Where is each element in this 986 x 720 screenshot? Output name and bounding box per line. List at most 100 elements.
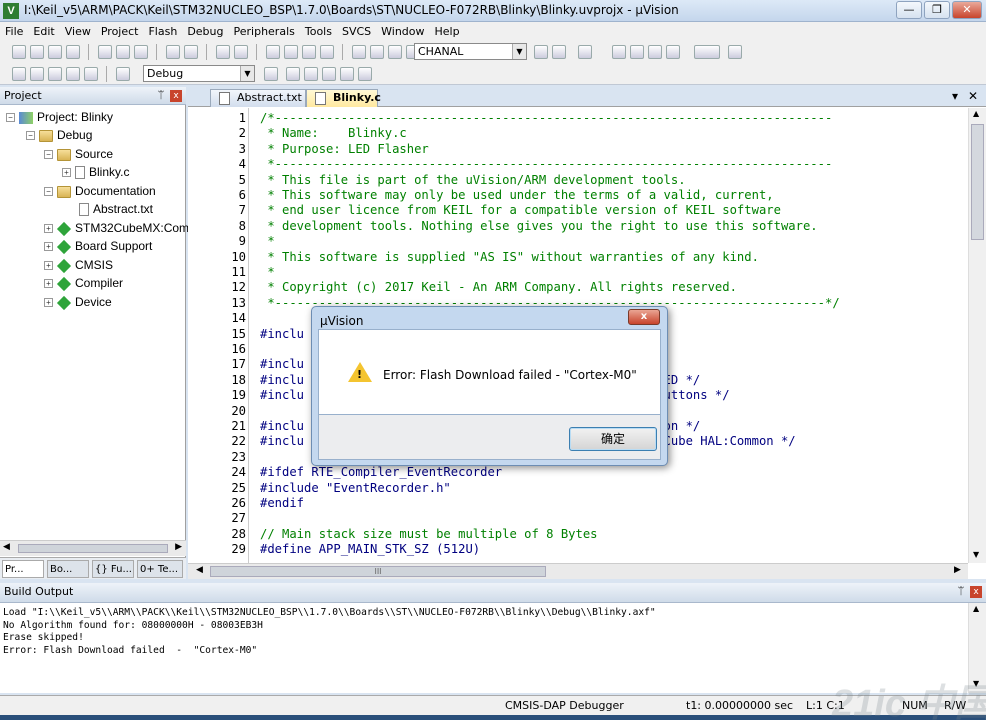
collapse-icon[interactable]: − (44, 150, 53, 160)
scroll-up-icon[interactable]: ▲ (973, 604, 979, 613)
pin-icon[interactable]: ᛠ (958, 586, 964, 597)
stop-build-icon[interactable] (83, 67, 98, 81)
menu-svcs[interactable]: SVCS (337, 22, 376, 41)
chevron-down-icon[interactable]: ▼ (240, 66, 254, 81)
prev-bookmark-icon[interactable] (283, 45, 298, 59)
undo-icon[interactable] (165, 45, 180, 59)
expand-icon[interactable]: + (62, 168, 71, 178)
zoom-icon[interactable] (578, 45, 592, 59)
scroll-up-icon[interactable]: ▲ (973, 109, 979, 118)
maximize-button[interactable]: ❐ (924, 1, 950, 19)
tab-templates[interactable]: 0+ Te... (137, 560, 183, 578)
incremental-find-icon[interactable] (552, 45, 566, 59)
project-horizontal-scrollbar[interactable]: ◀ ▶ (0, 540, 186, 556)
manage-project-icon[interactable] (286, 67, 300, 81)
open-file-icon[interactable] (29, 45, 44, 59)
debug-session-icon[interactable] (612, 45, 626, 59)
select-software-packs-icon[interactable] (322, 67, 336, 81)
save-all-icon[interactable] (65, 45, 80, 59)
tab-books[interactable]: Bo... (47, 560, 89, 578)
tree-item-documentation-group[interactable]: − Documentation (44, 182, 156, 200)
scroll-down-icon[interactable]: ▼ (973, 550, 979, 559)
close-icon[interactable]: x (970, 586, 982, 598)
menu-tools[interactable]: Tools (300, 22, 337, 41)
expand-icon[interactable]: + (44, 261, 53, 271)
tab-functions[interactable]: {} Fu... (92, 560, 134, 578)
target-combo[interactable]: Debug ▼ (143, 65, 255, 82)
menu-flash[interactable]: Flash (143, 22, 182, 41)
disable-breakpoint-icon[interactable] (648, 45, 662, 59)
editor-horizontal-scrollbar[interactable]: ◀ III ▶ (188, 563, 968, 579)
tree-item-device[interactable]: + Device (44, 293, 112, 311)
find-in-files-icon[interactable] (534, 45, 548, 59)
bookmark-icon[interactable] (265, 45, 280, 59)
configure-icon[interactable] (728, 45, 742, 59)
expand-icon[interactable]: + (44, 298, 53, 308)
paste-icon[interactable] (133, 45, 148, 59)
scroll-left-icon[interactable]: ◀ (196, 565, 203, 575)
tree-item-blinky-c[interactable]: + Blinky.c (62, 163, 129, 181)
tab-project[interactable]: Pr... (2, 560, 44, 578)
cut-icon[interactable] (97, 45, 112, 59)
tab-abstract-txt[interactable]: Abstract.txt (210, 89, 306, 107)
expand-icon[interactable]: + (44, 224, 53, 234)
indent-icon[interactable] (351, 45, 366, 59)
tree-item-abstract-txt[interactable]: Abstract.txt (79, 200, 153, 218)
target-options-icon[interactable] (264, 67, 278, 81)
menu-help[interactable]: Help (430, 22, 465, 41)
new-file-icon[interactable] (11, 45, 26, 59)
manage-packs-icon[interactable] (304, 67, 318, 81)
editor-vertical-scrollbar[interactable]: ▲ ▼ (968, 108, 986, 563)
minimize-button[interactable]: — (896, 1, 922, 19)
menu-file[interactable]: File (0, 22, 28, 41)
collapse-icon[interactable]: − (6, 113, 15, 123)
tree-item-debug-target[interactable]: − Debug (26, 126, 92, 144)
tree-item-stm32cubemx[interactable]: + STM32CubeMX:Com (44, 219, 189, 237)
copy-icon[interactable] (115, 45, 130, 59)
close-icon[interactable]: x (170, 90, 182, 102)
next-bookmark-icon[interactable] (301, 45, 316, 59)
tree-item-compiler[interactable]: + Compiler (44, 274, 123, 292)
nav-forward-icon[interactable] (233, 45, 248, 59)
tab-list-dropdown-icon[interactable]: ▾ (952, 89, 958, 103)
kill-breakpoints-icon[interactable] (666, 45, 680, 59)
menu-debug[interactable]: Debug (182, 22, 228, 41)
manage-rte-icon[interactable] (340, 67, 354, 81)
tree-item-cmsis[interactable]: + CMSIS (44, 256, 113, 274)
expand-icon[interactable]: + (44, 242, 53, 252)
collapse-icon[interactable]: − (44, 187, 53, 197)
event-recorder-icon[interactable] (358, 67, 372, 81)
close-tab-icon[interactable]: ✕ (968, 89, 978, 103)
scroll-left-icon[interactable]: ◀ (3, 542, 10, 552)
menu-window[interactable]: Window (376, 22, 429, 41)
dialog-close-button[interactable]: x (628, 309, 660, 325)
chevron-down-icon[interactable]: ▼ (512, 44, 526, 59)
scroll-thumb[interactable] (18, 544, 168, 553)
download-icon[interactable] (115, 67, 130, 81)
tree-item-source-group[interactable]: − Source (44, 145, 113, 163)
menu-peripherals[interactable]: Peripherals (229, 22, 300, 41)
menu-project[interactable]: Project (96, 22, 144, 41)
menu-edit[interactable]: Edit (28, 22, 59, 41)
translate-icon[interactable] (11, 67, 26, 81)
find-combo[interactable]: CHANAL ▼ (414, 43, 527, 60)
menu-view[interactable]: View (60, 22, 96, 41)
collapse-icon[interactable]: − (26, 131, 35, 141)
comment-icon[interactable] (387, 45, 402, 59)
tree-item-board-support[interactable]: + Board Support (44, 237, 152, 255)
scroll-thumb[interactable] (971, 124, 984, 240)
save-icon[interactable] (47, 45, 62, 59)
breakpoint-icon[interactable] (630, 45, 644, 59)
scroll-thumb[interactable]: III (210, 566, 546, 577)
scroll-right-icon[interactable]: ▶ (954, 565, 961, 575)
batch-build-icon[interactable] (65, 67, 80, 81)
nav-back-icon[interactable] (215, 45, 230, 59)
unindent-icon[interactable] (369, 45, 384, 59)
tab-blinky-c[interactable]: Blinky.c (306, 89, 381, 107)
rebuild-icon[interactable] (47, 67, 62, 81)
window-layout-icon[interactable] (694, 45, 720, 59)
scroll-right-icon[interactable]: ▶ (175, 542, 182, 552)
redo-icon[interactable] (183, 45, 198, 59)
clear-bookmarks-icon[interactable] (319, 45, 334, 59)
build-icon[interactable] (29, 67, 44, 81)
